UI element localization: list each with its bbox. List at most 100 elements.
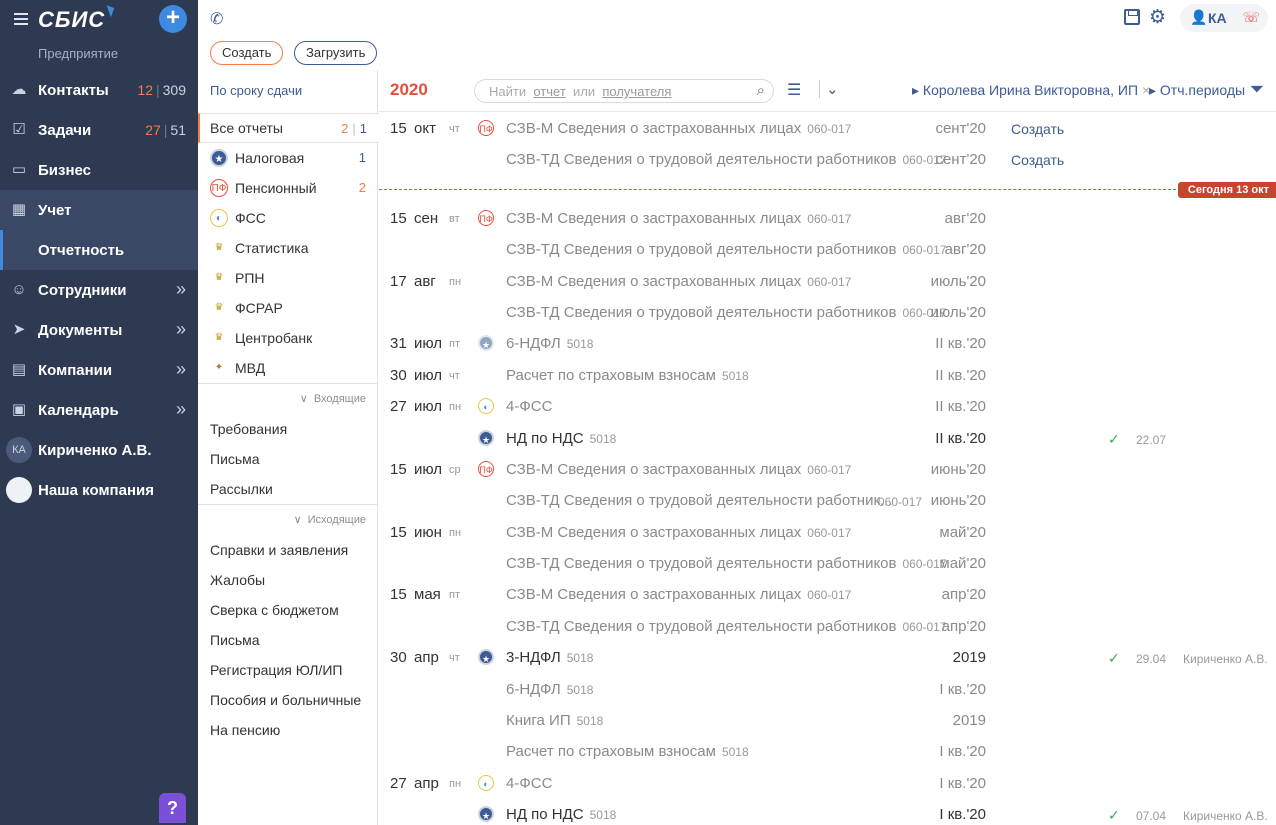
report-name[interactable]: СЗВ-М Сведения о застрахованных лицах 060… bbox=[506, 524, 851, 541]
sidebar-item-4[interactable]: Отчетность bbox=[0, 230, 198, 270]
table-row[interactable]: ★ НД по НДС 5018 I кв.'20 ✓ 07.04 Кириченко А.… bbox=[379, 799, 1276, 825]
outgoing-item[interactable]: На пенсию bbox=[198, 715, 378, 745]
table-row[interactable]: 15 сен вт ПФ СЗВ-М Сведения о застрахованных… bbox=[379, 203, 1276, 234]
filter-item[interactable]: ♛ Статистика bbox=[198, 233, 378, 263]
table-row[interactable]: 15 окт чт ПФ СЗВ-М Сведения о застрахованных… bbox=[379, 113, 1276, 144]
filter-item[interactable]: Все отчеты 2 | 1 bbox=[198, 113, 379, 143]
table-row[interactable]: 27 апр пн ◐ 4-ФСС I кв.'20 bbox=[379, 768, 1276, 799]
table-row[interactable]: 6-НДФЛ 5018 I кв.'20 bbox=[379, 674, 1276, 705]
support-icon[interactable]: ☏ bbox=[1242, 9, 1260, 26]
sidebar-item-6[interactable]: ➤ Документы » bbox=[0, 310, 198, 350]
report-name[interactable]: СЗВ-ТД Сведения о трудовой деятельности … bbox=[506, 555, 947, 572]
chevron-double-right-icon[interactable]: » bbox=[176, 359, 186, 380]
table-row[interactable]: СЗВ-ТД Сведения о трудовой деятельности … bbox=[379, 297, 1276, 328]
report-name[interactable]: СЗВ-ТД Сведения о трудовой деятельности … bbox=[506, 151, 947, 168]
table-row[interactable]: 15 мая пт СЗВ-М Сведения о застрахованных л… bbox=[379, 579, 1276, 610]
report-name[interactable]: НД по НДС 5018 bbox=[506, 430, 616, 447]
incoming-item[interactable]: Требования bbox=[198, 414, 378, 444]
report-name[interactable]: НД по НДС 5018 bbox=[506, 806, 616, 823]
incoming-item[interactable]: Письма bbox=[198, 444, 378, 474]
table-row[interactable]: 30 июл чт Расчет по страховым взносам 5018 II… bbox=[379, 360, 1276, 391]
outgoing-item[interactable]: Справки и заявления bbox=[198, 535, 378, 565]
report-name[interactable]: 4-ФСС bbox=[506, 775, 552, 792]
table-row[interactable]: СЗВ-ТД Сведения о трудовой деятельности … bbox=[379, 144, 1276, 175]
sidebar-item-3[interactable]: ▦ Учет bbox=[0, 190, 198, 230]
table-row[interactable]: Книга ИП 5018 2019 bbox=[379, 705, 1276, 736]
filter-item[interactable]: ✦ МВД bbox=[198, 353, 378, 383]
add-button[interactable]: + bbox=[159, 5, 187, 33]
report-name[interactable]: Книга ИП 5018 bbox=[506, 712, 603, 729]
menu-icon[interactable] bbox=[14, 13, 28, 25]
table-row[interactable]: 15 июл ср ПФ СЗВ-М Сведения о застрахованных… bbox=[379, 454, 1276, 485]
chevron-double-right-icon[interactable]: » bbox=[176, 319, 186, 340]
table-row[interactable]: 15 июн пн СЗВ-М Сведения о застрахованных л… bbox=[379, 517, 1276, 548]
report-name[interactable]: СЗВ-ТД Сведения о трудовой деятельности … bbox=[506, 304, 947, 321]
table-row[interactable]: СЗВ-ТД Сведения о трудовой деятельности … bbox=[379, 234, 1276, 265]
report-name[interactable]: Расчет по страховым взносам 5018 bbox=[506, 367, 749, 384]
table-row[interactable]: СЗВ-ТД Сведения о трудовой деятельности … bbox=[379, 548, 1276, 579]
gear-icon[interactable]: ⚙ bbox=[1149, 6, 1166, 29]
search-input[interactable]: Найти отчет или получателя ⌕ bbox=[474, 79, 774, 103]
create-report-link[interactable]: Создать bbox=[1011, 152, 1064, 168]
outgoing-group[interactable]: ∨ Исходящие bbox=[198, 505, 378, 535]
filter-icon[interactable]: ⏷ bbox=[1250, 79, 1264, 100]
save-icon[interactable] bbox=[1124, 9, 1140, 25]
report-name[interactable]: Расчет по страховым взносам 5018 bbox=[506, 743, 749, 760]
phone-icon[interactable]: ✆ bbox=[210, 9, 223, 29]
sidebar-item-1[interactable]: ☑ Задачи 27 | 51 bbox=[0, 110, 198, 150]
sidebar-item-7[interactable]: ▤ Компании » bbox=[0, 350, 198, 390]
report-name[interactable]: СЗВ-М Сведения о застрахованных лицах 060… bbox=[506, 273, 851, 290]
outgoing-item[interactable]: Регистрация ЮЛ/ИП bbox=[198, 655, 378, 685]
org-name[interactable]: Предприятие bbox=[38, 46, 118, 61]
report-name[interactable]: 6-НДФЛ 5018 bbox=[506, 335, 593, 352]
deadline-link[interactable]: По сроку сдачи bbox=[210, 83, 302, 98]
filter-item[interactable]: ◐ ФСС bbox=[198, 203, 378, 233]
table-row[interactable]: 27 июл пн ◐ 4-ФСС II кв.'20 bbox=[379, 391, 1276, 422]
upload-button[interactable]: Загрузить bbox=[294, 41, 378, 65]
filter-item[interactable]: ♛ РПН bbox=[198, 263, 378, 293]
table-row[interactable]: 17 авг пн СЗВ-М Сведения о застрахованных л… bbox=[379, 266, 1276, 297]
chevron-down-icon[interactable]: ⌄ bbox=[819, 80, 839, 98]
sidebar-item-10[interactable]: Наша компания bbox=[0, 470, 198, 510]
table-row[interactable]: 30 апр чт ★ 3-НДФЛ 5018 2019 ✓ 29.04 Кириченко А.… bbox=[379, 642, 1276, 673]
create-report-link[interactable]: Создать bbox=[1011, 121, 1064, 137]
table-row[interactable]: ★ НД по НДС 5018 II кв.'20 ✓ 22.07 bbox=[379, 423, 1276, 454]
report-name[interactable]: СЗВ-М Сведения о застрахованных лицах 060… bbox=[506, 461, 851, 478]
help-button[interactable]: ? bbox=[159, 793, 186, 823]
person-filter[interactable]: ▸ Королева Ирина Викторовна, ИП × bbox=[912, 82, 1150, 99]
periods-filter[interactable]: ▸ Отч.периоды bbox=[1149, 82, 1245, 99]
chevron-double-right-icon[interactable]: » bbox=[176, 399, 186, 420]
report-name[interactable]: СЗВ-ТД Сведения о трудовой деятельности … bbox=[506, 241, 947, 258]
create-button[interactable]: Создать bbox=[210, 41, 284, 65]
list-view-icon[interactable]: ☰ bbox=[787, 80, 801, 100]
report-name[interactable]: 4-ФСС bbox=[506, 398, 552, 415]
filter-item[interactable]: ♛ ФСРАР bbox=[198, 293, 378, 323]
search-icon[interactable]: ⌕ bbox=[757, 82, 765, 99]
sidebar-item-0[interactable]: ☁ Контакты 12 | 309 bbox=[0, 70, 198, 110]
report-name[interactable]: СЗВ-ТД Сведения о трудовой деятельности … bbox=[506, 618, 947, 635]
sidebar-item-8[interactable]: ▣ Календарь » bbox=[0, 390, 198, 430]
year-selector[interactable]: 2020 bbox=[390, 80, 428, 100]
table-row[interactable]: СЗВ-ТД Сведения о трудовой деятельности … bbox=[379, 611, 1276, 642]
search-placeholder-recipient[interactable]: получателя bbox=[602, 84, 671, 99]
outgoing-item[interactable]: Пособия и больничные bbox=[198, 685, 378, 715]
report-name[interactable]: СЗВ-М Сведения о застрахованных лицах 060… bbox=[506, 210, 851, 227]
incoming-group[interactable]: ∨ Входящие bbox=[198, 384, 378, 414]
outgoing-item[interactable]: Сверка с бюджетом bbox=[198, 595, 378, 625]
table-row[interactable]: Расчет по страховым взносам 5018 I кв.'20 bbox=[379, 736, 1276, 767]
outgoing-item[interactable]: Письма bbox=[198, 625, 378, 655]
report-name[interactable]: СЗВ-ТД Сведения о трудовой деятельности … bbox=[506, 492, 893, 509]
filter-item[interactable]: ★ Налоговая 1 bbox=[198, 143, 378, 173]
table-row[interactable]: 31 июл пт ★ 6-НДФЛ 5018 II кв.'20 bbox=[379, 328, 1276, 359]
report-name[interactable]: 6-НДФЛ 5018 bbox=[506, 681, 593, 698]
report-name[interactable]: СЗВ-М Сведения о застрахованных лицах 060… bbox=[506, 120, 851, 137]
sidebar-item-9[interactable]: КА Кириченко А.В. bbox=[0, 430, 198, 470]
filter-item[interactable]: ПФ Пенсионный 2 bbox=[198, 173, 378, 203]
user-menu[interactable]: 👤 КА ☏ bbox=[1180, 4, 1268, 32]
sidebar-item-2[interactable]: ▭ Бизнес bbox=[0, 150, 198, 190]
sidebar-item-5[interactable]: ☺ Сотрудники » bbox=[0, 270, 198, 310]
filter-item[interactable]: ♛ Центробанк bbox=[198, 323, 378, 353]
incoming-item[interactable]: Рассылки bbox=[198, 474, 378, 504]
search-placeholder-report[interactable]: отчет bbox=[533, 84, 565, 99]
table-row[interactable]: СЗВ-ТД Сведения о трудовой деятельности … bbox=[379, 485, 1276, 516]
